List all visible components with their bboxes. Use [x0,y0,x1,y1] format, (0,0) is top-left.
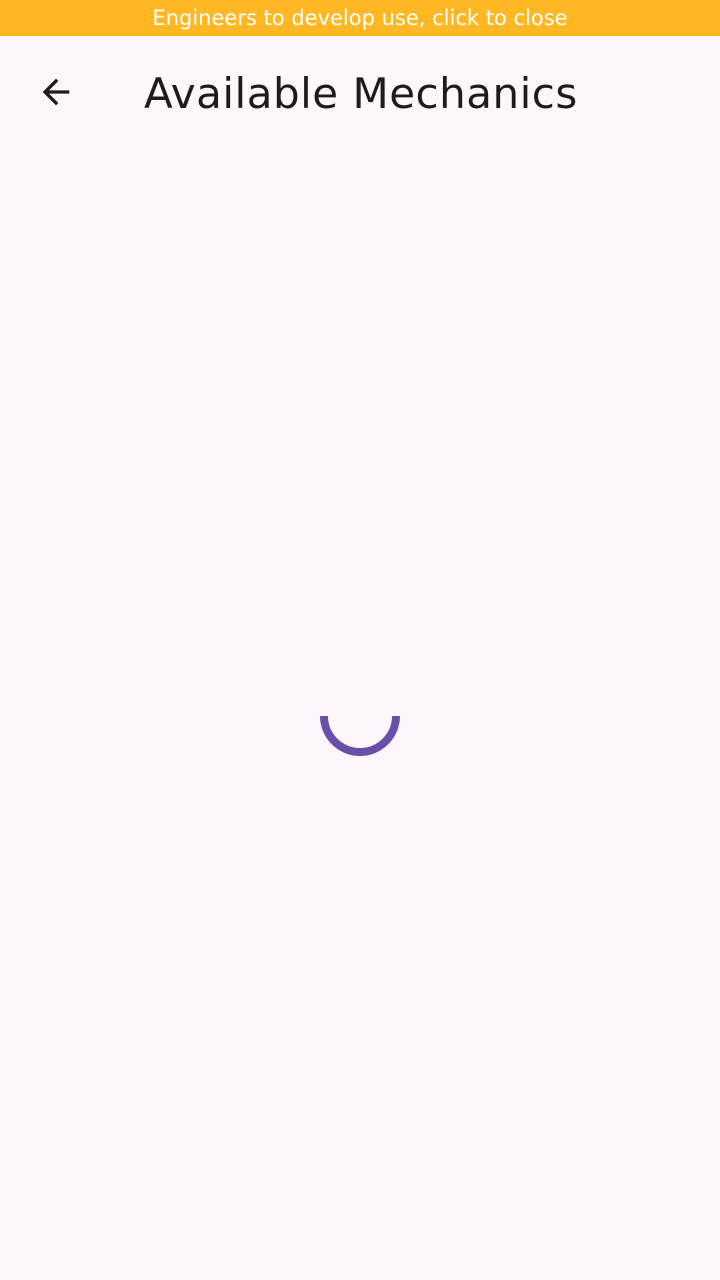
back-button[interactable] [16,52,96,132]
debug-banner[interactable]: Engineers to develop use, click to close [0,0,720,36]
screen: Engineers to develop use, click to close… [0,0,720,1280]
circular-progress-icon [320,715,400,756]
content-area [0,148,720,1280]
app-bar: Available Mechanics [0,36,720,148]
arrow-back-icon [42,78,70,106]
page-title: Available Mechanics [144,69,578,118]
loading-spinner [316,674,404,762]
